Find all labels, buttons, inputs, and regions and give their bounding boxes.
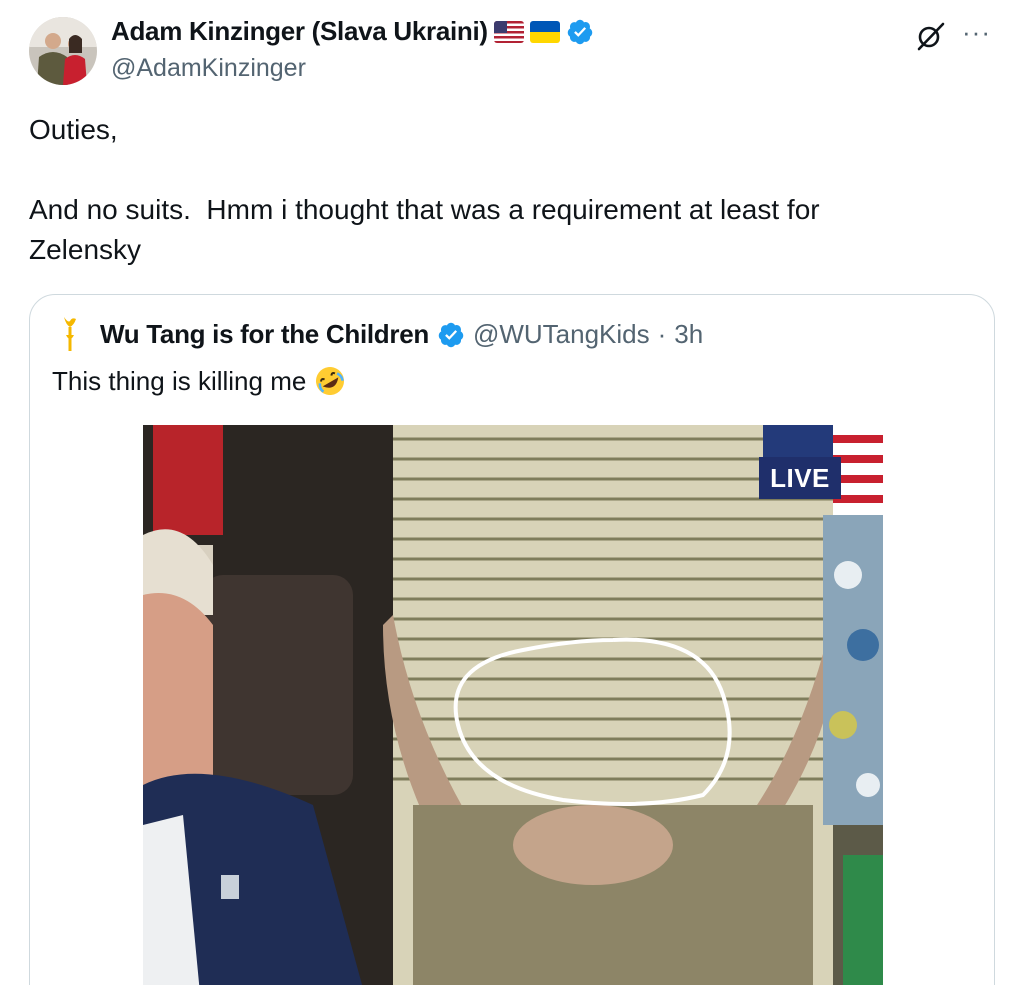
rolling-on-floor-laughing-icon bbox=[314, 365, 346, 397]
quoted-verified-badge-icon bbox=[437, 321, 465, 349]
meta-separator: · bbox=[657, 319, 667, 349]
author-handle[interactable]: @AdamKinzinger bbox=[111, 54, 306, 83]
quoted-tweet-card[interactable]: Wu Tang is for the Children @WUTangKids … bbox=[29, 294, 995, 985]
live-badge: LIVE bbox=[759, 457, 841, 499]
quoted-tweet-body: This thing is killing me bbox=[52, 365, 307, 396]
quoted-media-image[interactable]: LIVE bbox=[143, 425, 883, 985]
verified-badge-icon[interactable] bbox=[566, 18, 594, 46]
quoted-author-avatar[interactable] bbox=[58, 315, 86, 357]
quoted-handle[interactable]: @WUTangKids bbox=[473, 319, 650, 350]
media-photo bbox=[143, 425, 883, 985]
author-avatar[interactable] bbox=[29, 17, 97, 85]
us-flag-icon bbox=[493, 20, 524, 43]
tweet-header: Adam Kinzinger (Slava Ukraini) @AdamKinz… bbox=[0, 0, 1024, 100]
quoted-timestamp[interactable]: 3h bbox=[674, 319, 703, 350]
ukraine-flag-icon bbox=[529, 20, 560, 43]
quoted-display-name[interactable]: Wu Tang is for the Children bbox=[100, 319, 429, 350]
grok-icon[interactable] bbox=[914, 20, 946, 52]
more-options-icon[interactable]: ··· bbox=[962, 19, 994, 46]
tweet-body: Outies, And no suits. Hmm i thought that… bbox=[29, 114, 820, 265]
author-display-name[interactable]: Adam Kinzinger (Slava Ukraini) bbox=[111, 16, 488, 47]
